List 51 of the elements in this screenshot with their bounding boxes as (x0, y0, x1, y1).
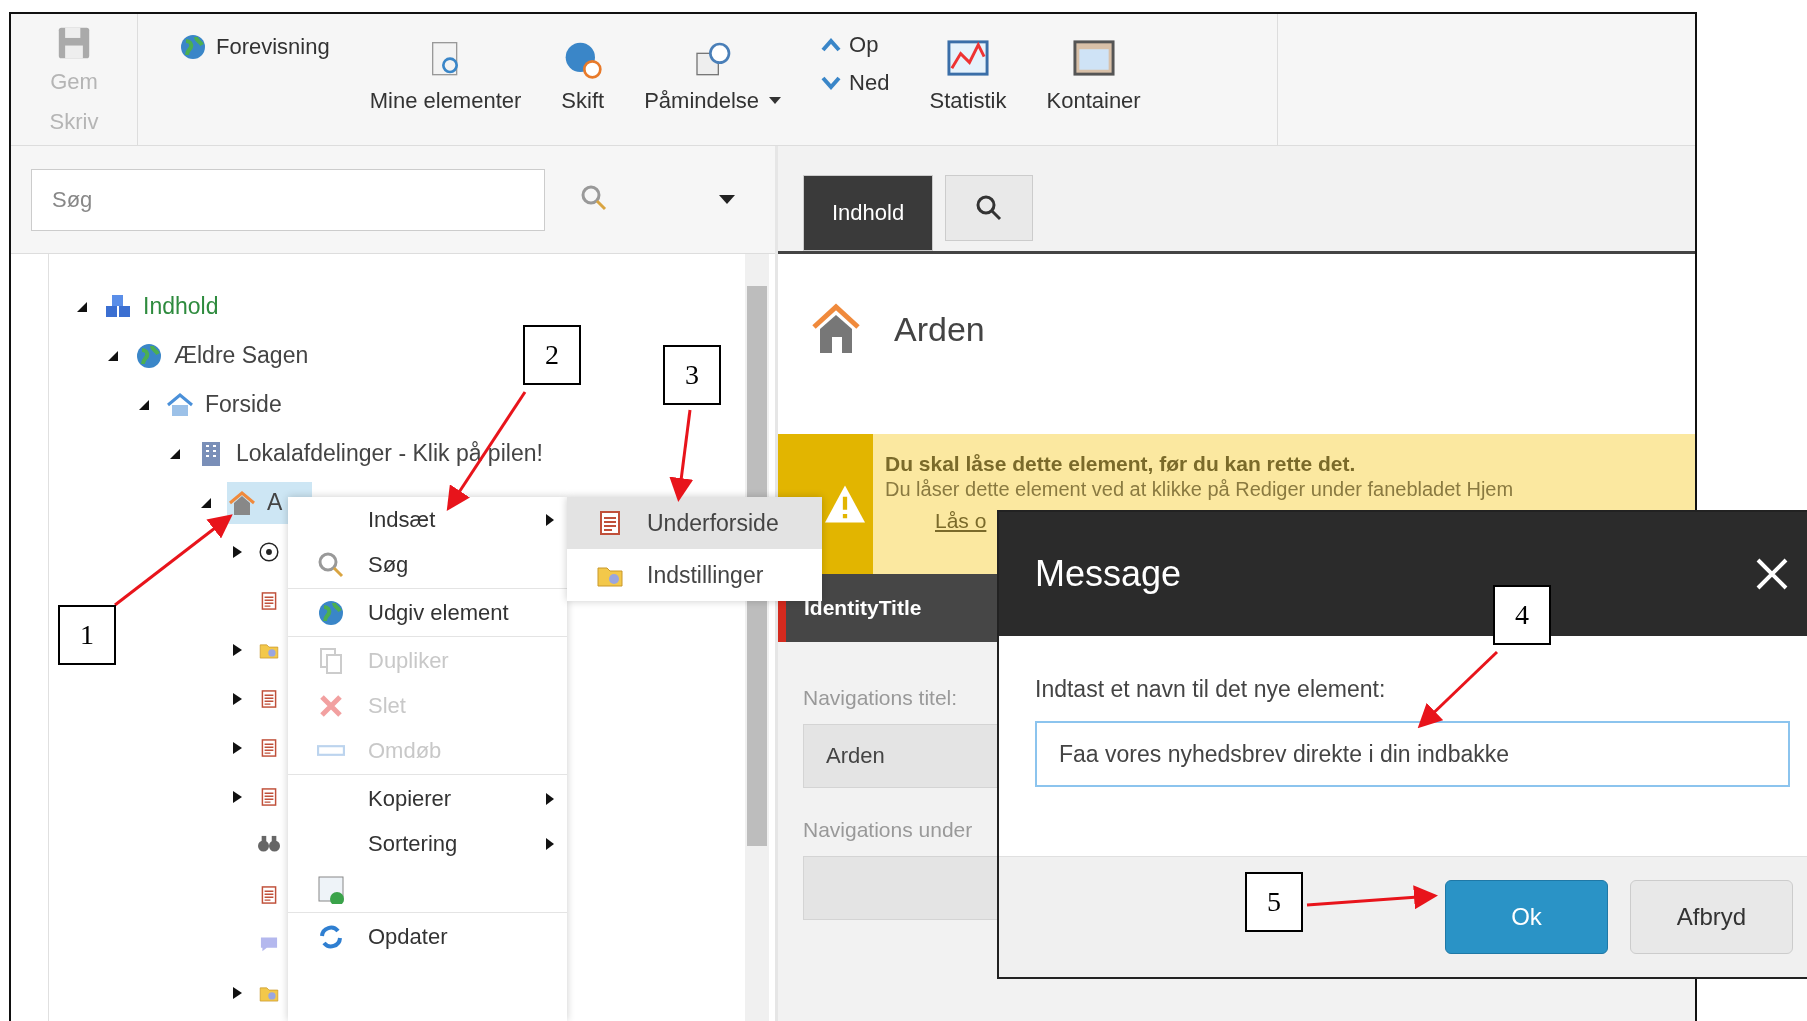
ball-icon (258, 540, 280, 563)
expander-arrow[interactable] (230, 642, 244, 657)
chevron-icon (821, 38, 842, 52)
close-button[interactable] (1755, 557, 1789, 591)
caret-icon[interactable] (719, 194, 735, 205)
expander-arrow[interactable] (230, 544, 244, 559)
tree-node[interactable]: Forside (165, 383, 312, 426)
tab[interactable]: Indhold (803, 175, 934, 251)
annotation-label: 5 (1245, 872, 1303, 932)
field-label: Navigations under (803, 818, 973, 842)
warning-text: Du låser dette element ved at klikke på Rediger under fanebladet Hjem (885, 478, 1514, 501)
move-button[interactable]: Op (821, 28, 890, 62)
tree-node[interactable]: Indhold (103, 285, 249, 328)
item-title: Arden (894, 309, 985, 349)
move-button[interactable]: Ned (821, 66, 890, 100)
rename-icon (317, 745, 345, 756)
toolbar-button[interactable]: Skift (561, 36, 605, 118)
toolbar-button[interactable]: Påmindelse (644, 36, 782, 118)
menu-item[interactable]: Indstillinger (567, 549, 822, 601)
menu-item[interactable]: Underforside (567, 497, 822, 549)
tree-node[interactable]: Ældre Sagen (134, 334, 339, 377)
search-field[interactable]: Søg (31, 168, 545, 231)
expander-arrow[interactable] (230, 789, 244, 804)
warning-title: Du skal låse dette element, før du kan rette det. (885, 452, 1357, 476)
cancel-button[interactable]: Afbryd (1630, 880, 1793, 954)
image-icon (316, 873, 346, 904)
expander-arrow[interactable] (230, 740, 244, 755)
toolbar-button[interactable]: Mine elementer (369, 36, 522, 118)
dialog-prompt: Indtast et navn til det nye element: (1035, 676, 1387, 703)
name-field[interactable]: Faa vores nyhedsbrev direkte i din indbakke (1035, 721, 1790, 787)
expander-arrow[interactable] (230, 985, 244, 1000)
menu-item[interactable]: Kopierer (288, 776, 567, 821)
preview-button[interactable]: Forevisning (178, 28, 330, 66)
chevron-icon (821, 76, 842, 90)
annotation-label: 3 (663, 345, 721, 405)
tree-node[interactable]: Lokalafdelinger - Klik på pilen! (196, 432, 573, 475)
menu-item[interactable]: Udgiv element (288, 590, 567, 635)
expander-arrow[interactable] (230, 691, 244, 706)
annotation-label: 4 (1493, 585, 1551, 645)
annotation-label: 1 (58, 605, 116, 665)
tab[interactable] (945, 175, 1034, 241)
menu-item[interactable]: Sortering (288, 821, 567, 866)
globe-icon (178, 32, 208, 62)
annotation-label: 2 (523, 325, 581, 385)
toolbar-button[interactable]: Kontainer (1046, 32, 1141, 118)
field-label: Navigations titel: (803, 686, 958, 710)
toolbar-button[interactable]: Statistik (929, 32, 1007, 118)
warning-icon (825, 485, 865, 523)
dialog-title: Message (1035, 553, 1182, 595)
menu-item[interactable]: Opdater (288, 914, 567, 959)
menu-item[interactable]: Søg (288, 542, 567, 587)
